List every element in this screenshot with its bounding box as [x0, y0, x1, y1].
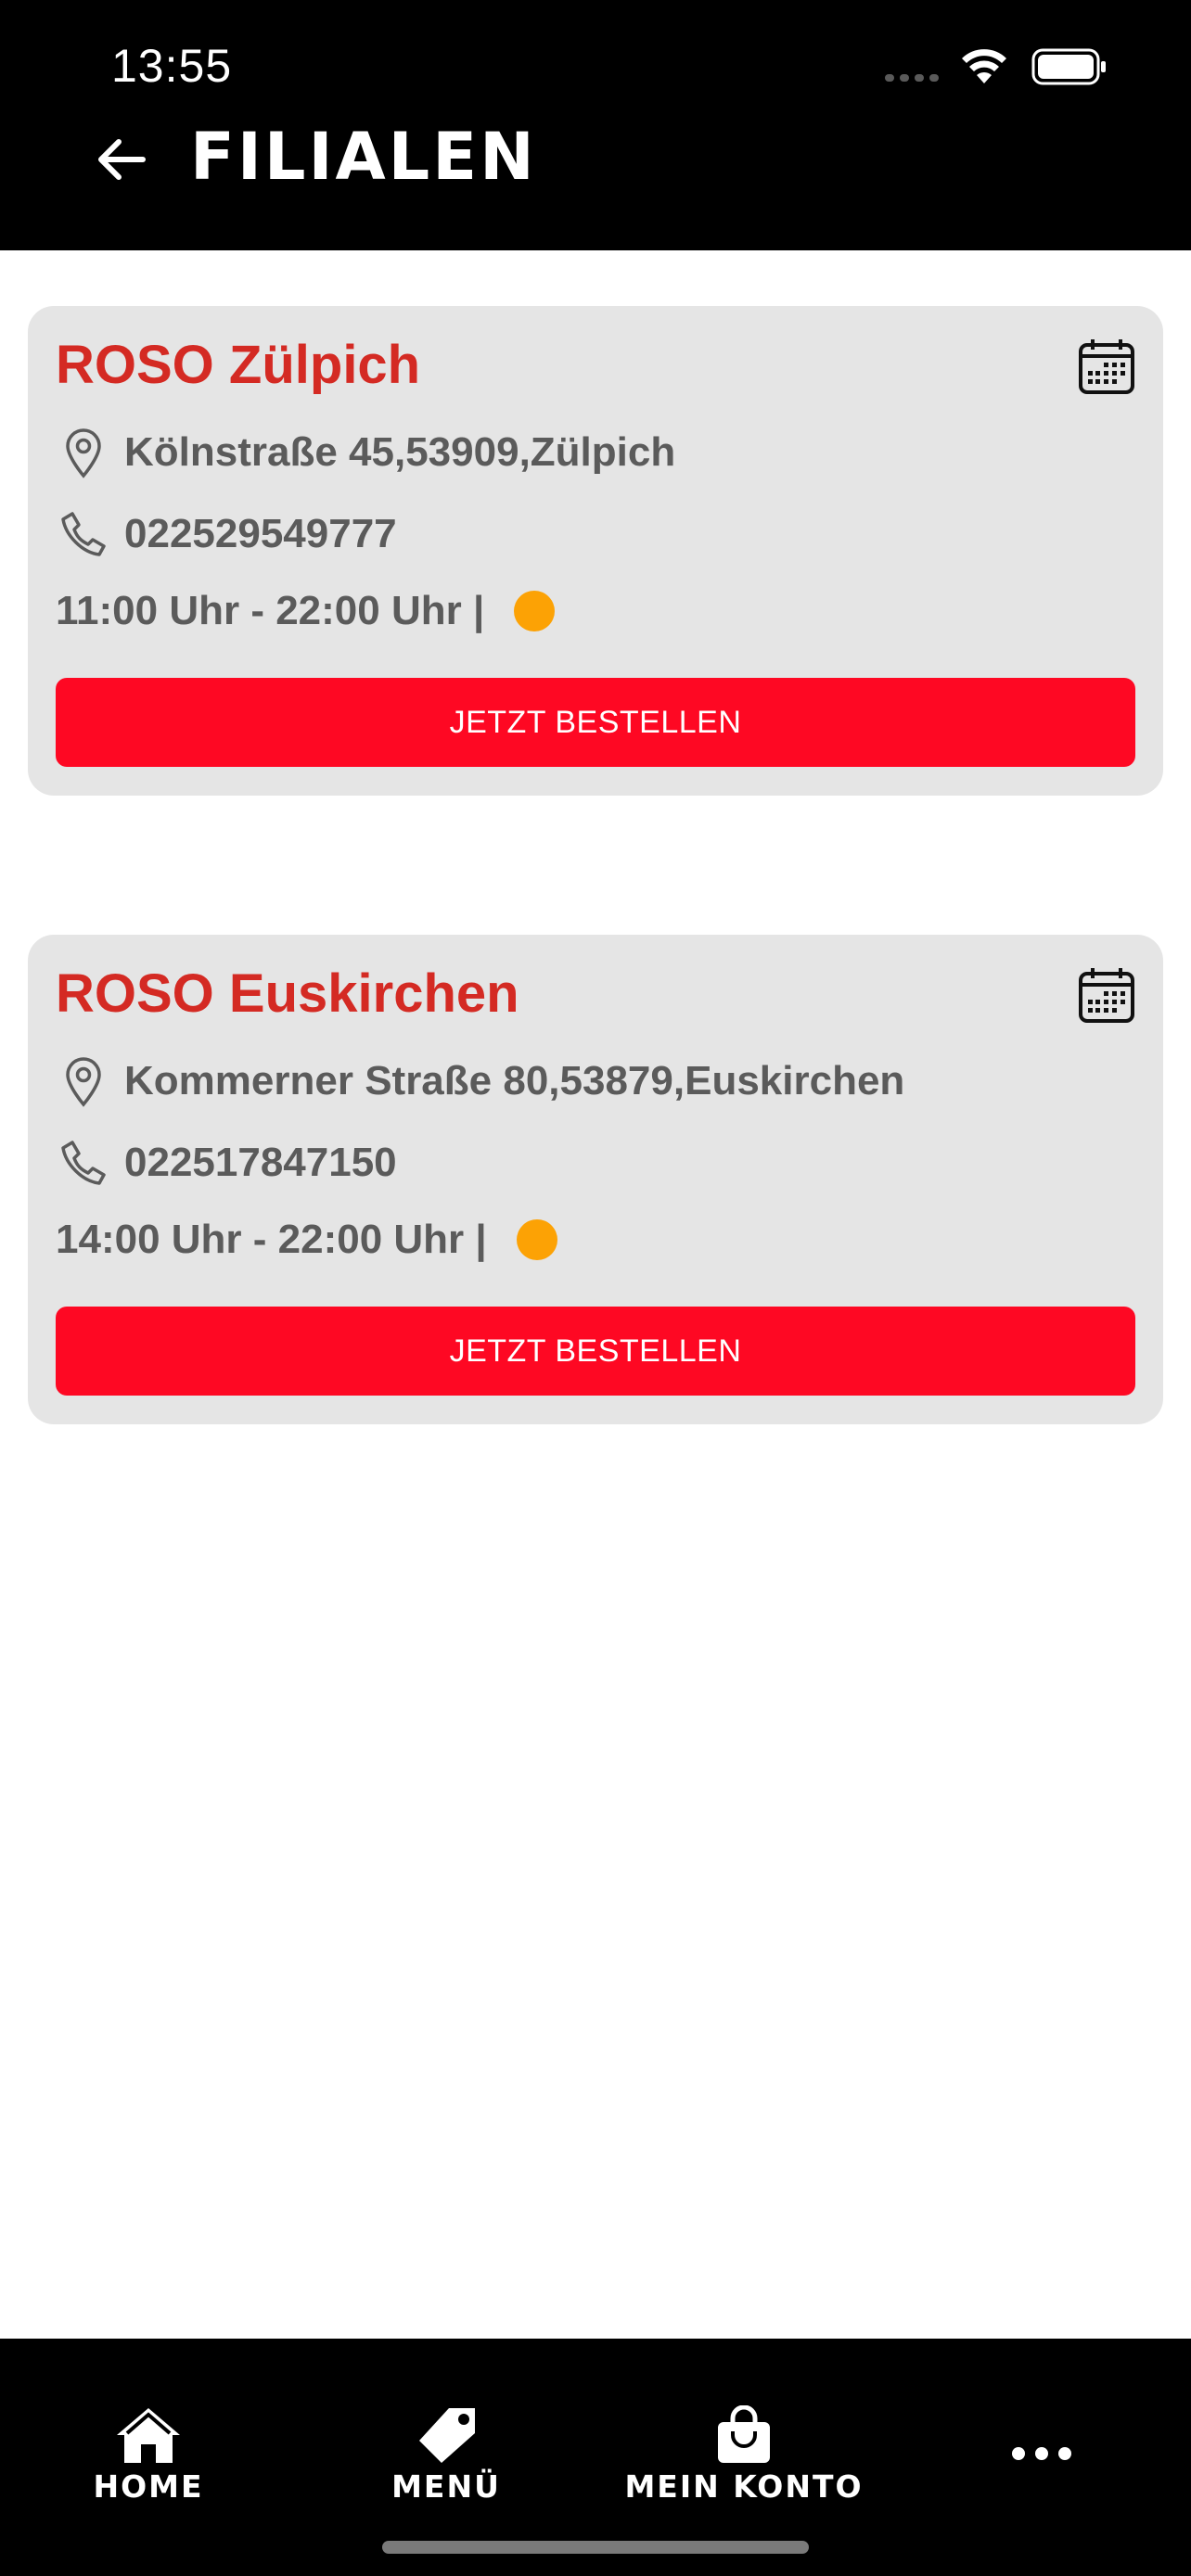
shopping-bag-icon [709, 2405, 779, 2465]
nav-home-label: HOME [93, 2468, 204, 2505]
app-header: 13:55 FILIALEN [0, 0, 1191, 250]
store-address: Kommerner Straße 80,53879,Euskirchen [124, 1058, 905, 1103]
calendar-icon[interactable] [1078, 338, 1135, 395]
open-status-indicator [514, 591, 556, 631]
store-card: ROSO Euskirchen Kommerner Straße 80,5387… [28, 935, 1163, 1424]
home-icon [113, 2405, 184, 2465]
store-address: Kölnstraße 45,53909,Zülpich [124, 429, 676, 475]
store-address-row: Kölnstraße 45,53909,Zülpich [56, 425, 675, 480]
tag-icon [411, 2405, 481, 2465]
nav-menu-label: MENÜ [391, 2468, 501, 2505]
back-arrow-icon [98, 139, 146, 180]
calendar-icon[interactable] [1078, 966, 1135, 1024]
store-hours-row: 11:00 Uhr - 22:00 Uhr | [56, 588, 556, 634]
status-time: 13:55 [111, 40, 233, 92]
more-icon [1006, 2424, 1077, 2483]
store-phone-row[interactable]: 022517847150 [56, 1135, 397, 1191]
battery-icon [1031, 48, 1106, 85]
nav-home[interactable]: HOME [0, 2405, 297, 2505]
order-now-button[interactable]: JETZT BESTELLEN [56, 678, 1135, 767]
nav-menu[interactable]: MENÜ [298, 2405, 595, 2505]
order-now-button[interactable]: JETZT BESTELLEN [56, 1307, 1135, 1396]
open-status-indicator [516, 1219, 557, 1260]
store-card: ROSO Zülpich Kölnstraße 45,53909,Zülpich… [28, 306, 1163, 796]
status-indicators [885, 46, 1191, 93]
phone-icon [56, 506, 111, 562]
location-pin-icon [56, 425, 111, 480]
location-pin-icon [56, 1053, 111, 1109]
store-phone[interactable]: 022517847150 [124, 1140, 397, 1186]
store-hours-row: 14:00 Uhr - 22:00 Uhr | [56, 1217, 557, 1263]
nav-more[interactable] [893, 2424, 1190, 2483]
signal-icon [885, 74, 939, 82]
back-button[interactable] [93, 132, 148, 187]
home-indicator [382, 2541, 809, 2554]
store-phone-row[interactable]: 022529549777 [56, 506, 397, 562]
page-title: FILIALEN [190, 119, 537, 195]
phone-icon [56, 1135, 111, 1191]
nav-account[interactable]: MEIN KONTO [596, 2405, 892, 2505]
wifi-icon [962, 49, 1006, 83]
bottom-navigation: HOME MENÜ MEIN KONTO [0, 2339, 1191, 2576]
store-name: ROSO Euskirchen [56, 963, 519, 1024]
store-hours: 14:00 Uhr - 22:00 Uhr | [56, 1217, 487, 1262]
store-hours: 11:00 Uhr - 22:00 Uhr | [56, 588, 485, 633]
store-name: ROSO Zülpich [56, 335, 421, 395]
nav-account-label: MEIN KONTO [624, 2468, 864, 2505]
store-address-row: Kommerner Straße 80,53879,Euskirchen [56, 1053, 904, 1109]
store-phone[interactable]: 022529549777 [124, 511, 397, 557]
